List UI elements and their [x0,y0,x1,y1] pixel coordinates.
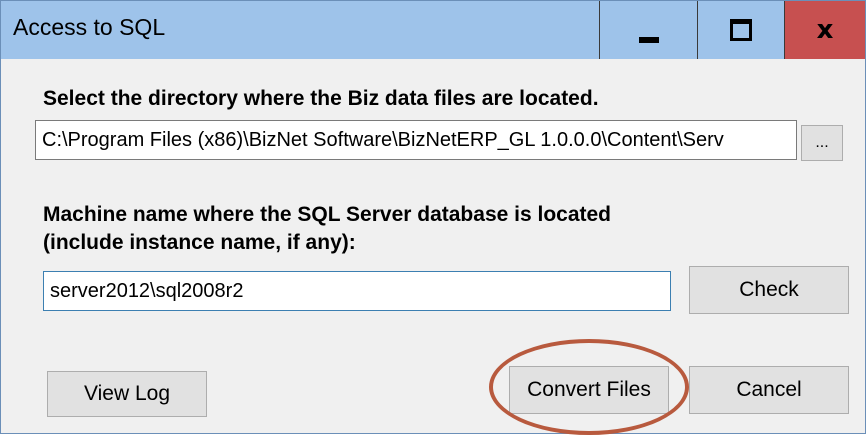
view-log-button[interactable]: View Log [47,371,207,417]
cancel-button[interactable]: Cancel [689,366,849,414]
machine-label-line2: (include instance name, if any): [43,231,356,254]
title-bar[interactable]: Access to SQL x [1,1,865,59]
machine-label-line1: Machine name where the SQL Server databa… [43,203,612,226]
minimize-icon [638,37,659,43]
window-title: Access to SQL [13,14,166,40]
minimize-button[interactable] [599,1,697,59]
browse-button[interactable]: ... [801,125,843,161]
close-button[interactable]: x [784,1,865,59]
highlight-circle [489,339,689,435]
maximize-button[interactable] [697,1,784,59]
directory-label: Select the directory where the Biz data … [43,87,599,110]
directory-path-field[interactable]: C:\Program Files (x86)\BizNet Software\B… [35,120,797,160]
dialog-window: Access to SQL x Select the directory whe… [0,0,866,435]
machine-name-field[interactable]: server2012\sql2008r2 [43,271,671,311]
check-button[interactable]: Check [689,266,849,314]
maximize-icon [730,19,752,41]
close-icon: x [816,15,834,45]
